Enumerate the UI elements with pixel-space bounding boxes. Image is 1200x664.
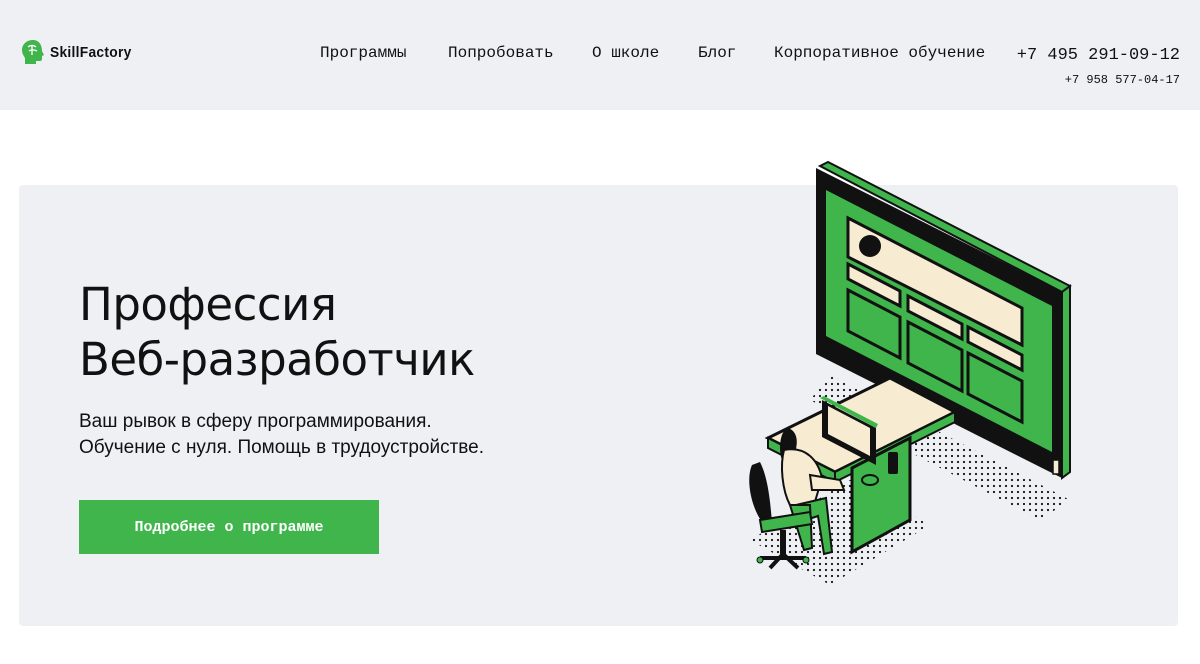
hero-title-line: Веб-разработчик (79, 333, 475, 386)
phone-main[interactable]: +7 495 291-09-12 (1017, 46, 1180, 65)
site-header: SkillFactory Программы Попробовать О шко… (0, 0, 1200, 110)
nav-item-corporate-training[interactable]: Корпоративное обучение (774, 44, 985, 62)
logo-text: SkillFactory (50, 43, 132, 61)
hero-subtitle-line: Обучение с нуля. Помощь в трудоустройств… (79, 437, 485, 458)
nav-item-try[interactable]: Попробовать (448, 44, 554, 62)
hero-subtitle-line: Ваш рывок в сферу программирования. (79, 411, 432, 432)
hero-title: Профессия Веб-разработчик (79, 277, 639, 387)
nav-item-programs[interactable]: Программы (320, 44, 406, 62)
program-details-button[interactable]: Подробнее о программе (79, 500, 379, 554)
avatar-circle (859, 235, 881, 257)
hero-subtitle: Ваш рывок в сферу программирования. Обуч… (79, 409, 599, 461)
hero-title-line: Профессия (79, 278, 337, 331)
nav-item-blog[interactable]: Блог (698, 44, 736, 62)
bottle (888, 452, 898, 474)
cup (861, 474, 879, 486)
brain-head-icon (22, 40, 44, 64)
logo[interactable]: SkillFactory (20, 38, 139, 66)
nav-item-about-school[interactable]: О школе (592, 44, 659, 62)
developer-at-monitor-illustration (749, 160, 1072, 585)
phone-alt[interactable]: +7 958 577-04-17 (1065, 73, 1180, 87)
